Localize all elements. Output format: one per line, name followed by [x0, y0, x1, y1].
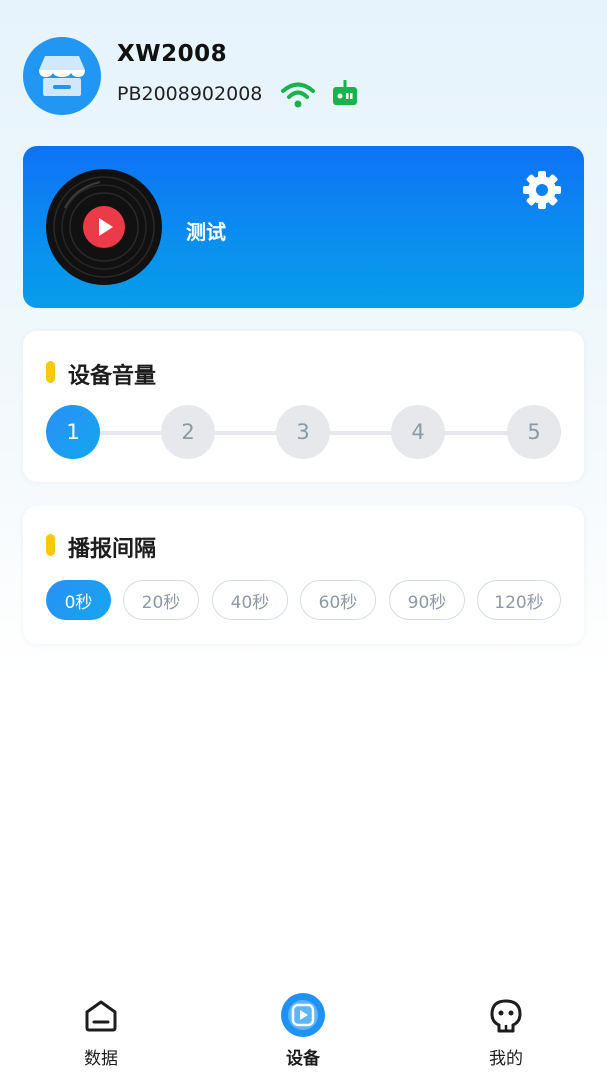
nav-item-mine[interactable]: 我的: [446, 990, 566, 1070]
interval-option-40[interactable]: 40秒: [212, 580, 288, 620]
title-marker: [46, 534, 55, 556]
bottom-nav: 数据 设备 我的: [0, 990, 607, 1080]
store-header: XW2008 PB2008902008: [23, 37, 583, 115]
user-icon: [490, 999, 522, 1033]
interval-option-120[interactable]: 120秒: [477, 580, 561, 620]
broadcast-interval-card: 播报间隔 0秒 20秒 40秒 60秒 90秒 120秒: [23, 506, 584, 644]
test-player-card: 测试: [23, 146, 584, 308]
store-name: XW2008: [117, 41, 228, 67]
nav-item-data[interactable]: 数据: [41, 990, 161, 1070]
volume-step-4[interactable]: 4: [391, 405, 445, 459]
play-button[interactable]: [82, 205, 126, 249]
wifi-icon: [281, 82, 315, 108]
gear-icon[interactable]: [522, 170, 562, 210]
interval-option-0[interactable]: 0秒: [46, 580, 111, 620]
volume-title: 设备音量: [68, 364, 157, 389]
nav-item-device[interactable]: 设备: [243, 990, 363, 1070]
nav-label-mine: 我的: [489, 1049, 523, 1069]
volume-step-5[interactable]: 5: [507, 405, 561, 459]
volume-step-1[interactable]: 1: [46, 405, 100, 459]
nav-label-data: 数据: [84, 1049, 118, 1069]
device-play-icon: [281, 993, 325, 1037]
interval-option-20[interactable]: 20秒: [123, 580, 199, 620]
store-icon: [39, 56, 85, 96]
title-marker: [46, 361, 55, 383]
store-avatar[interactable]: [23, 37, 101, 115]
interval-option-90[interactable]: 90秒: [389, 580, 465, 620]
home-icon: [85, 1000, 117, 1032]
device-status-icon: [333, 80, 357, 105]
volume-step-3[interactable]: 3: [276, 405, 330, 459]
interval-option-60[interactable]: 60秒: [300, 580, 376, 620]
nav-label-device: 设备: [286, 1049, 320, 1069]
volume-step-2[interactable]: 2: [161, 405, 215, 459]
device-volume-card: 设备音量 1 2 3 4 5: [23, 331, 584, 482]
player-label: 测试: [186, 220, 226, 244]
store-id: PB2008902008: [117, 83, 263, 105]
interval-title: 播报间隔: [68, 537, 157, 562]
